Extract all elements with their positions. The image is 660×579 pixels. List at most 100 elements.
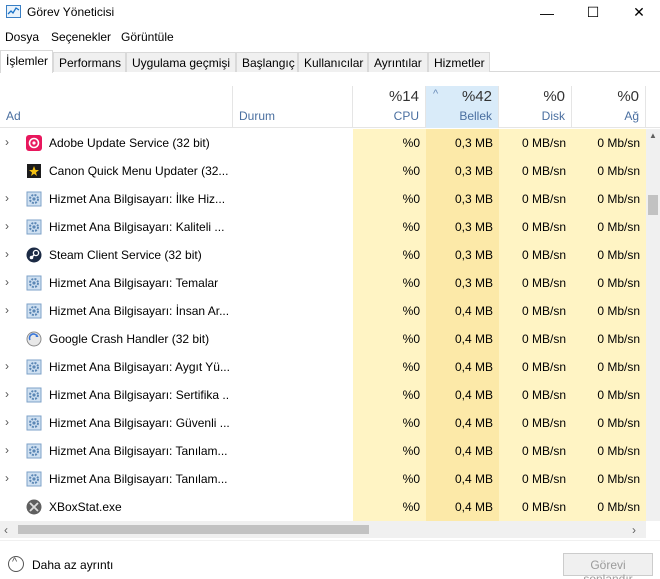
disk-value: 0 MB/sn	[499, 409, 572, 437]
process-list: › Adobe Update Service (32 bit) %0 0,3 MB 0 …	[0, 129, 646, 521]
table-row[interactable]: › Hizmet Ana Bilgisayarı: Tanılam... %0 0,4…	[0, 437, 646, 465]
column-header: Ad Durum %14 CPU ^ %42 Bellek %0 Disk %0…	[0, 86, 660, 128]
table-row[interactable]: Google Crash Handler (32 bit) %0 0,4 MB 0 M…	[0, 325, 646, 353]
menu-file[interactable]: Dosya	[5, 30, 39, 44]
window-title: Görev Yöneticisi	[27, 5, 115, 19]
adobe-icon	[26, 135, 42, 151]
tab-processes[interactable]: İşlemler	[0, 50, 53, 73]
header-status[interactable]: Durum	[233, 86, 353, 128]
tab-users[interactable]: Kullanıcılar	[298, 52, 368, 72]
memory-value: 0,3 MB	[426, 213, 499, 241]
footer: ^ Daha az ayrıntı Görevi sonlandır	[0, 540, 660, 579]
memory-value: 0,3 MB	[426, 241, 499, 269]
gear-icon	[26, 415, 42, 431]
process-name: Hizmet Ana Bilgisayarı: Sertifika ...	[49, 388, 229, 402]
tab-services[interactable]: Hizmetler	[428, 52, 490, 72]
table-row[interactable]: › Hizmet Ana Bilgisayarı: Kaliteli ... %0 0…	[0, 213, 646, 241]
header-disk-percent: %0	[543, 88, 565, 105]
fewer-details-link[interactable]: Daha az ayrıntı	[32, 558, 113, 572]
disk-value: 0 MB/sn	[499, 157, 572, 185]
header-memory-label: Bellek	[459, 109, 492, 123]
table-row[interactable]: Canon Quick Menu Updater (32... %0 0,3 MB 0…	[0, 157, 646, 185]
tab-details[interactable]: Ayrıntılar	[368, 52, 428, 72]
network-value: 0 Mb/sn	[572, 493, 646, 521]
maximize-button[interactable]: ☐	[570, 0, 616, 25]
xbox-icon	[26, 499, 42, 515]
chevron-right-icon[interactable]: ›	[5, 415, 15, 429]
scroll-left-icon[interactable]: ‹	[4, 523, 8, 537]
chevron-right-icon[interactable]: ›	[5, 191, 15, 205]
table-row[interactable]: › Hizmet Ana Bilgisayarı: İlke Hiz... %0 0,…	[0, 185, 646, 213]
chevron-right-icon[interactable]: ›	[5, 359, 15, 373]
memory-value: 0,4 MB	[426, 465, 499, 493]
vertical-scrollbar[interactable]: ▲	[646, 129, 660, 521]
table-row[interactable]: › Hizmet Ana Bilgisayarı: Güvenli ... %0 0,…	[0, 409, 646, 437]
header-name[interactable]: Ad	[0, 86, 233, 128]
disk-value: 0 MB/sn	[499, 465, 572, 493]
gear-icon	[26, 191, 42, 207]
horizontal-scroll-thumb[interactable]	[18, 525, 369, 534]
disk-value: 0 MB/sn	[499, 325, 572, 353]
scroll-up-icon[interactable]: ▲	[649, 131, 657, 140]
scroll-right-icon[interactable]: ›	[632, 523, 636, 537]
process-name: Hizmet Ana Bilgisayarı: Temalar	[49, 276, 219, 290]
disk-value: 0 MB/sn	[499, 297, 572, 325]
close-button[interactable]: ✕	[616, 0, 660, 25]
table-row[interactable]: › Steam Client Service (32 bit) %0 0,3 MB 0 …	[0, 241, 646, 269]
horizontal-scrollbar[interactable]: ‹ ›	[0, 521, 646, 538]
table-row[interactable]: › Adobe Update Service (32 bit) %0 0,3 MB 0 …	[0, 129, 646, 157]
memory-value: 0,4 MB	[426, 437, 499, 465]
process-name: Hizmet Ana Bilgisayarı: Kaliteli ...	[49, 220, 225, 234]
canon-icon	[26, 163, 42, 179]
tab-app-history[interactable]: Uygulama geçmişi	[126, 52, 236, 72]
chevron-right-icon[interactable]: ›	[5, 443, 15, 457]
network-value: 0 Mb/sn	[572, 269, 646, 297]
vertical-scroll-thumb[interactable]	[648, 195, 658, 215]
chevron-right-icon[interactable]: ›	[5, 303, 15, 317]
disk-value: 0 MB/sn	[499, 129, 572, 157]
gear-icon	[26, 303, 42, 319]
table-row[interactable]: › Hizmet Ana Bilgisayarı: İnsan Ar... %0 0,…	[0, 297, 646, 325]
collapse-up-icon[interactable]: ^	[8, 556, 24, 572]
disk-value: 0 MB/sn	[499, 213, 572, 241]
table-row[interactable]: › Hizmet Ana Bilgisayarı: Temalar %0 0,3 MB…	[0, 269, 646, 297]
gear-icon	[26, 387, 42, 403]
tab-performance[interactable]: Performans	[53, 52, 126, 72]
chevron-right-icon[interactable]: ›	[5, 135, 15, 149]
table-row[interactable]: › Hizmet Ana Bilgisayarı: Tanılam... %0 0,4…	[0, 465, 646, 493]
menu-options[interactable]: Seçenekler	[51, 30, 111, 44]
google-update-icon	[26, 331, 42, 347]
network-value: 0 Mb/sn	[572, 381, 646, 409]
gear-icon	[26, 359, 42, 375]
chevron-right-icon[interactable]: ›	[5, 247, 15, 261]
process-name: Hizmet Ana Bilgisayarı: İnsan Ar...	[49, 304, 229, 318]
tab-startup[interactable]: Başlangıç	[236, 52, 298, 72]
header-disk[interactable]: %0 Disk	[499, 86, 572, 128]
title-bar: Görev Yöneticisi — ☐ ✕	[0, 0, 660, 25]
table-row[interactable]: › Hizmet Ana Bilgisayarı: Sertifika ... %0…	[0, 381, 646, 409]
table-row[interactable]: XBoxStat.exe %0 0,4 MB 0 MB/sn 0 Mb/sn	[0, 493, 646, 521]
process-name: Canon Quick Menu Updater (32...	[49, 164, 229, 178]
chevron-right-icon[interactable]: ›	[5, 275, 15, 289]
header-network[interactable]: %0 Ağ	[572, 86, 646, 128]
menu-view[interactable]: Görüntüle	[121, 30, 174, 44]
network-value: 0 Mb/sn	[572, 465, 646, 493]
chevron-right-icon[interactable]: ›	[5, 387, 15, 401]
cpu-value: %0	[353, 465, 426, 493]
minimize-button[interactable]: —	[524, 0, 570, 25]
end-task-button[interactable]: Görevi sonlandır	[563, 553, 653, 579]
memory-value: 0,4 MB	[426, 409, 499, 437]
process-name: Hizmet Ana Bilgisayarı: Güvenli ...	[49, 416, 229, 430]
header-cpu[interactable]: %14 CPU	[353, 86, 426, 128]
memory-value: 0,3 MB	[426, 157, 499, 185]
gear-icon	[26, 443, 42, 459]
chevron-right-icon[interactable]: ›	[5, 219, 15, 233]
table-row[interactable]: › Hizmet Ana Bilgisayarı: Aygıt Yü... %0 0,…	[0, 353, 646, 381]
network-value: 0 Mb/sn	[572, 409, 646, 437]
header-memory[interactable]: ^ %42 Bellek	[426, 86, 499, 128]
chevron-right-icon[interactable]: ›	[5, 471, 15, 485]
network-value: 0 Mb/sn	[572, 325, 646, 353]
network-value: 0 Mb/sn	[572, 129, 646, 157]
maximize-icon: ☐	[586, 4, 600, 20]
header-cpu-label: CPU	[393, 109, 419, 123]
